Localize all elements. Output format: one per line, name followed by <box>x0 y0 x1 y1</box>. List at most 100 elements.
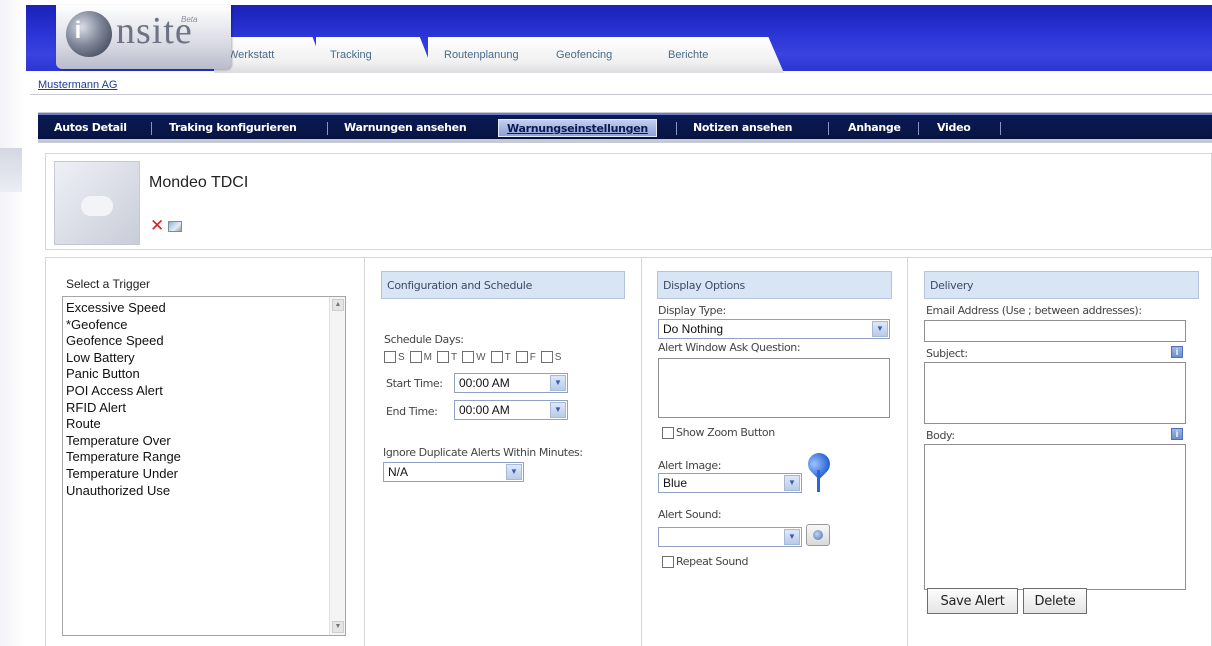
config-header: Configuration and Schedule <box>381 271 625 299</box>
body-label: Body: <box>926 429 955 442</box>
day-checkbox-friday[interactable] <box>515 351 528 363</box>
day-label: T <box>451 351 458 363</box>
subnav-notizen-ansehen[interactable]: Notizen ansehen <box>693 121 793 134</box>
save-alert-button[interactable]: Save Alert <box>927 588 1018 614</box>
alert-image-label: Alert Image: <box>658 459 722 472</box>
display-type-select[interactable]: Do Nothing ▼ <box>658 319 890 339</box>
listbox-scrollbar[interactable]: ▲ ▼ <box>329 297 345 635</box>
subnav: Autos Detail Traking konfigurieren Warnu… <box>38 113 1212 139</box>
delete-icon[interactable]: ✕ <box>150 217 164 234</box>
subnav-separator <box>918 122 919 135</box>
subnav-separator <box>828 122 829 135</box>
day-label: W <box>476 351 486 363</box>
chevron-down-icon[interactable]: ▼ <box>550 375 566 391</box>
tab-berichte[interactable]: Berichte <box>654 37 784 73</box>
start-time-select[interactable]: 00:00 AM ▼ <box>454 373 568 393</box>
subnav-separator <box>327 122 328 135</box>
schedule-days-group: S M T W T F S <box>384 351 564 363</box>
end-time-value: 00:00 AM <box>459 403 510 417</box>
show-zoom-label: Show Zoom Button <box>676 426 775 439</box>
trigger-option[interactable]: Route <box>66 416 345 433</box>
delivery-header: Delivery <box>924 271 1199 299</box>
trigger-option[interactable]: Low Battery <box>66 350 345 367</box>
scroll-up-icon[interactable]: ▲ <box>332 299 344 311</box>
schedule-days-label: Schedule Days: <box>384 333 464 346</box>
alert-image-select[interactable]: Blue ▼ <box>658 473 802 493</box>
email-field[interactable] <box>924 320 1186 342</box>
display-header: Display Options <box>657 271 892 299</box>
day-checkbox-wednesday[interactable] <box>462 351 475 363</box>
end-time-label: End Time: <box>386 405 438 418</box>
repeat-sound-label: Repeat Sound <box>676 555 749 568</box>
vehicle-card: Mondeo TDCI ✕ <box>45 153 1212 250</box>
logo[interactable]: i nsite Beta <box>56 5 231 69</box>
subject-textarea[interactable] <box>924 362 1186 424</box>
body-textarea[interactable] <box>924 444 1186 590</box>
trigger-option[interactable]: Temperature Range <box>66 449 345 466</box>
trigger-option[interactable]: *Geofence <box>66 317 345 334</box>
alert-sound-select[interactable]: ▼ <box>658 527 802 547</box>
subnav-separator <box>151 122 152 135</box>
show-zoom-group: Show Zoom Button <box>662 426 775 439</box>
subnav-anhange[interactable]: Anhange <box>848 121 901 134</box>
vehicle-thumbnail <box>54 161 140 245</box>
subnav-warnungen-ansehen[interactable]: Warnungen ansehen <box>344 121 467 134</box>
day-checkbox-thursday[interactable] <box>490 351 503 363</box>
subnav-autos-detail[interactable]: Autos Detail <box>54 121 127 134</box>
left-strip <box>0 0 26 646</box>
tab-geofencing[interactable]: Geofencing <box>542 37 670 73</box>
day-label: S <box>554 351 562 363</box>
tab-tracking[interactable]: Tracking <box>316 37 434 73</box>
scroll-down-icon[interactable]: ▼ <box>332 621 344 633</box>
logo-sup: Beta <box>181 15 198 24</box>
subnav-video[interactable]: Video <box>937 121 971 134</box>
alert-question-textarea[interactable] <box>658 358 890 418</box>
alert-sound-label: Alert Sound: <box>658 508 722 521</box>
chevron-down-icon[interactable]: ▼ <box>784 529 800 545</box>
ignore-duplicates-value: N/A <box>388 465 409 479</box>
company-link[interactable]: Mustermann AG <box>38 79 117 91</box>
ignore-duplicates-label: Ignore Duplicate Alerts Within Minutes: <box>383 446 583 459</box>
vehicle-name: Mondeo TDCI <box>149 174 249 191</box>
day-checkbox-tuesday[interactable] <box>437 351 450 363</box>
day-checkbox-sunday[interactable] <box>384 351 396 363</box>
edit-image-icon[interactable] <box>168 221 182 232</box>
show-zoom-checkbox[interactable] <box>662 426 674 439</box>
left-strip-stub <box>0 148 22 192</box>
ignore-duplicates-select[interactable]: N/A ▼ <box>383 462 524 482</box>
trigger-option[interactable]: Unauthorized Use <box>66 483 345 500</box>
logo-letter: i <box>74 17 82 44</box>
trigger-option[interactable]: Temperature Over <box>66 433 345 450</box>
chevron-down-icon[interactable]: ▼ <box>784 475 800 491</box>
subnav-traking-konfigurieren[interactable]: Traking konfigurieren <box>169 121 297 134</box>
chevron-down-icon[interactable]: ▼ <box>550 402 566 418</box>
chevron-down-icon[interactable]: ▼ <box>506 464 522 480</box>
trigger-option[interactable]: POI Access Alert <box>66 383 345 400</box>
trigger-option[interactable]: Geofence Speed <box>66 333 345 350</box>
play-sound-icon[interactable] <box>806 524 830 546</box>
info-icon[interactable]: i <box>1171 428 1183 440</box>
delete-button[interactable]: Delete <box>1023 588 1087 614</box>
email-label: Email Address (Use ; between addresses): <box>926 304 1142 317</box>
alert-image-value: Blue <box>663 476 688 490</box>
alert-question-label: Alert Window Ask Question: <box>658 341 801 354</box>
display-type-label: Display Type: <box>658 304 726 317</box>
trigger-option[interactable]: Excessive Speed <box>66 300 345 317</box>
trigger-title: Select a Trigger <box>66 277 151 291</box>
end-time-select[interactable]: 00:00 AM ▼ <box>454 400 568 420</box>
trigger-listbox[interactable]: Excessive Speed *Geofence Geofence Speed… <box>62 296 346 636</box>
subnav-warnungseinstellungen[interactable]: Warnungseinstellungen <box>498 119 657 137</box>
day-checkbox-monday[interactable] <box>409 351 422 363</box>
subnav-separator <box>676 122 677 135</box>
info-icon[interactable]: i <box>1171 346 1183 358</box>
day-checkbox-saturday[interactable] <box>540 351 553 363</box>
repeat-sound-checkbox[interactable] <box>662 555 674 568</box>
start-time-label: Start Time: <box>386 377 443 390</box>
start-time-value: 00:00 AM <box>459 376 510 390</box>
day-label: T <box>504 351 511 363</box>
trigger-option[interactable]: RFID Alert <box>66 400 345 417</box>
chevron-down-icon[interactable]: ▼ <box>872 321 888 337</box>
trigger-option[interactable]: Temperature Under <box>66 466 345 483</box>
trigger-option[interactable]: Panic Button <box>66 366 345 383</box>
tab-routenplanung[interactable]: Routenplanung <box>428 37 558 73</box>
